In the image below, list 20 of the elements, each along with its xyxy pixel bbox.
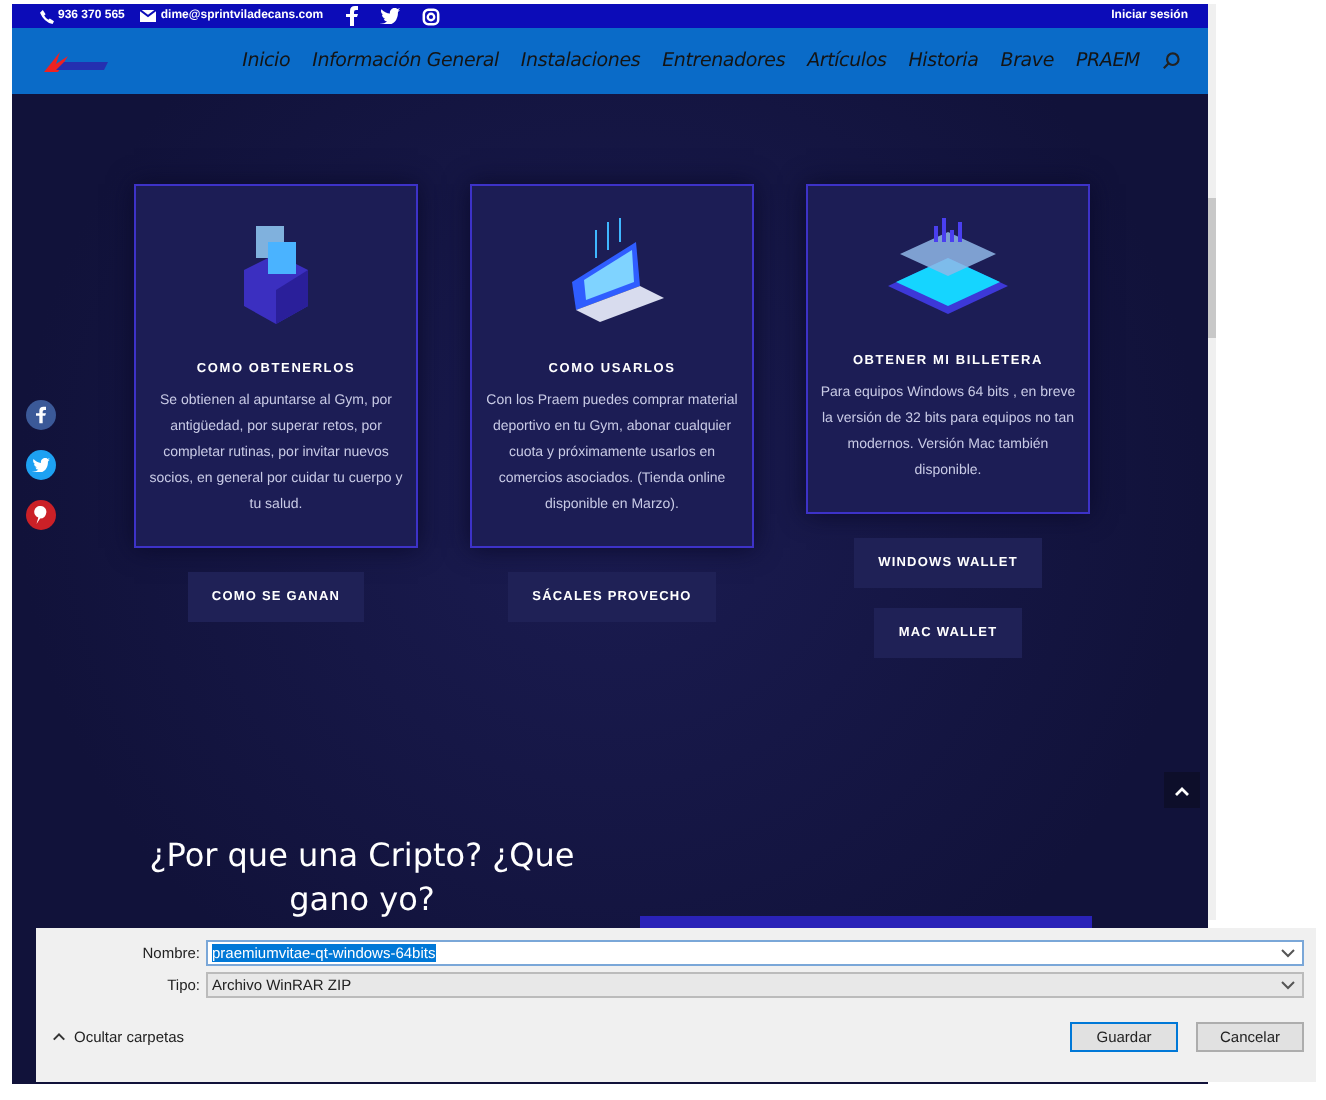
- section-heading: ¿Por que una Cripto? ¿Que gano yo?: [147, 834, 577, 922]
- facebook-icon[interactable]: [345, 6, 358, 26]
- chevron-down-icon: [1280, 948, 1296, 958]
- pinterest-share-button[interactable]: [26, 500, 56, 530]
- twitter-icon: [32, 458, 50, 472]
- pin-icon: [34, 506, 48, 524]
- phone-icon: [40, 9, 54, 23]
- twitter-icon[interactable]: [379, 8, 400, 24]
- envelope-icon: [140, 10, 157, 22]
- twitter-share-button[interactable]: [26, 450, 56, 480]
- search-icon[interactable]: [1162, 52, 1180, 70]
- facebook-icon: [36, 406, 46, 424]
- scroll-top-button[interactable]: [1164, 772, 1200, 808]
- chevron-up-icon: [1174, 785, 1190, 795]
- chart-platform-drawing: [884, 214, 1012, 318]
- scrollbar-thumb[interactable]: [1208, 198, 1216, 338]
- facebook-share-button[interactable]: [26, 400, 56, 430]
- chevron-up-icon: [52, 1032, 66, 1042]
- chevron-down-icon: [1280, 980, 1296, 990]
- instagram-icon[interactable]: [421, 7, 440, 25]
